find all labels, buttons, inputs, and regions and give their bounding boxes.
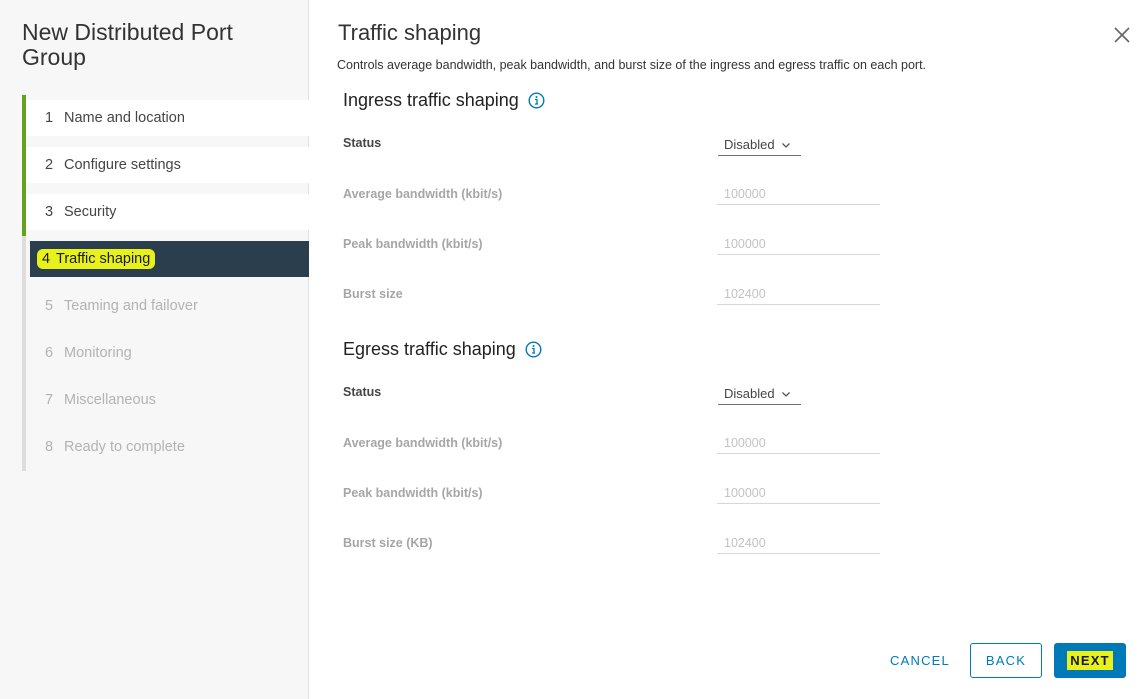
- ingress-title-text: Ingress traffic shaping: [343, 90, 519, 110]
- egress-peak-input[interactable]: [717, 482, 880, 504]
- step-number: 4: [42, 251, 51, 267]
- step-label: Miscellaneous: [64, 392, 156, 408]
- step-monitoring: 6 Monitoring: [22, 330, 309, 377]
- step-number: 7: [45, 392, 54, 408]
- cancel-button[interactable]: CANCEL: [884, 643, 956, 678]
- ingress-status-value: Disabled: [724, 137, 775, 152]
- close-icon: [1114, 27, 1130, 43]
- step-number: 2: [45, 157, 54, 173]
- egress-burst-input[interactable]: [717, 532, 880, 554]
- egress-peak-label: Peak bandwidth (kbit/s): [343, 486, 483, 500]
- step-number: 6: [45, 345, 54, 361]
- egress-title-text: Egress traffic shaping: [343, 339, 516, 359]
- page-description: Controls average bandwidth, peak bandwid…: [337, 58, 927, 72]
- info-icon[interactable]: [528, 92, 545, 109]
- step-progress-bar: [22, 236, 26, 283]
- ingress-avg-input[interactable]: [717, 183, 880, 205]
- wizard-steps: 1 Name and location 2 Configure settings 3…: [22, 95, 309, 471]
- ingress-burst-input[interactable]: [717, 283, 880, 305]
- ingress-burst-label: Burst size: [343, 287, 403, 301]
- wizard-title: New Distributed Port Group: [22, 19, 233, 70]
- step-label: Monitoring: [64, 345, 132, 361]
- close-button[interactable]: [1111, 24, 1133, 46]
- step-number: 3: [45, 204, 54, 220]
- egress-avg-label: Average bandwidth (kbit/s): [343, 436, 503, 450]
- step-label: Traffic shaping: [56, 251, 151, 267]
- step-traffic-shaping[interactable]: 4 Traffic shaping: [22, 236, 309, 283]
- ingress-section-title: Ingress traffic shaping: [343, 90, 545, 111]
- back-button[interactable]: BACK: [970, 643, 1042, 678]
- egress-status-select[interactable]: Disabled: [718, 383, 801, 405]
- step-number: 8: [45, 439, 54, 455]
- wizard-sidebar: New Distributed Port Group 1 Name and loc…: [0, 0, 309, 699]
- step-label: Configure settings: [64, 157, 181, 173]
- egress-status-value: Disabled: [724, 386, 775, 401]
- step-label: Ready to complete: [64, 439, 185, 455]
- info-icon[interactable]: [525, 341, 542, 358]
- step-name-and-location[interactable]: 1 Name and location: [22, 95, 309, 142]
- ingress-status-select[interactable]: Disabled: [718, 134, 801, 156]
- ingress-peak-label: Peak bandwidth (kbit/s): [343, 237, 483, 251]
- egress-avg-input[interactable]: [717, 432, 880, 454]
- step-security[interactable]: 3 Security: [22, 189, 309, 236]
- egress-status-label: Status: [343, 385, 382, 399]
- step-ready-to-complete: 8 Ready to complete: [22, 424, 309, 471]
- egress-section-title: Egress traffic shaping: [343, 339, 542, 360]
- step-number: 1: [45, 110, 54, 126]
- ingress-status-label: Status: [343, 136, 382, 150]
- chevron-down-icon: [781, 142, 790, 148]
- step-label: Teaming and failover: [64, 298, 198, 314]
- step-miscellaneous: 7 Miscellaneous: [22, 377, 309, 424]
- ingress-avg-label: Average bandwidth (kbit/s): [343, 187, 503, 201]
- step-label: Name and location: [64, 110, 185, 126]
- next-button-label: NEXT: [1067, 651, 1113, 670]
- step-number: 5: [45, 298, 54, 314]
- step-configure-settings[interactable]: 2 Configure settings: [22, 142, 309, 189]
- wizard-content: Traffic shaping Controls average bandwid…: [310, 0, 1147, 699]
- step-teaming-and-failover: 5 Teaming and failover: [22, 283, 309, 330]
- next-button[interactable]: NEXT: [1054, 643, 1126, 678]
- step-label: Security: [64, 204, 117, 220]
- page-title: Traffic shaping: [338, 20, 482, 45]
- step-highlight: 4 Traffic shaping: [37, 249, 156, 269]
- egress-burst-label: Burst size (KB): [343, 536, 433, 550]
- ingress-peak-input[interactable]: [717, 233, 880, 255]
- chevron-down-icon: [781, 391, 790, 397]
